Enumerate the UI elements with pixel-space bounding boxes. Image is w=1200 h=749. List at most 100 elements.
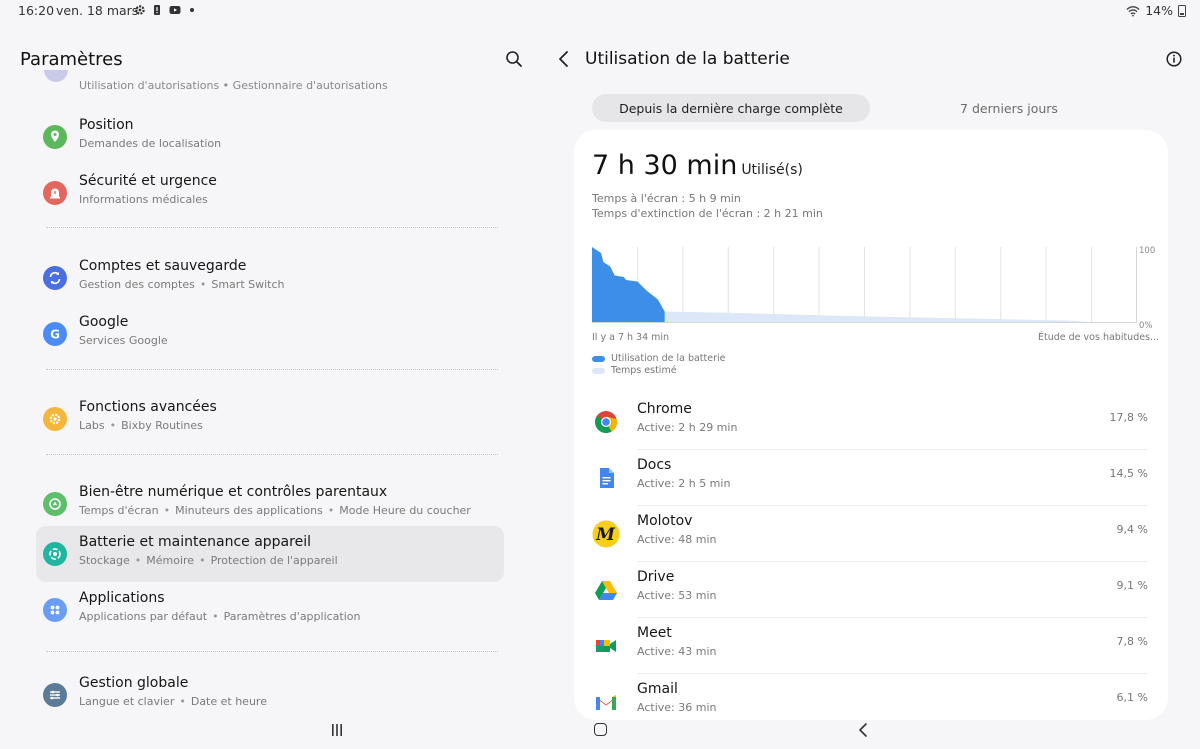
app-usage-row-gmail[interactable]: Gmail Active: 36 min 6,1 % — [592, 674, 1150, 720]
app-usage-percent: 7,8 % — [1116, 635, 1148, 648]
recent-apps-icon[interactable] — [330, 723, 344, 737]
app-active-time: Active: 2 h 29 min — [637, 421, 738, 434]
settings-item-securite-et-urgence[interactable]: Sécurité et urgence Informations médicale… — [36, 165, 504, 221]
legend-swatch-estimated — [592, 367, 605, 374]
settings-item-applications[interactable]: Applications Applications par défaut • Para… — [36, 582, 504, 638]
battery-chart[interactable] — [592, 245, 1137, 331]
chrome-icon — [592, 408, 620, 436]
settings-item-title: Applications — [79, 590, 165, 606]
app-usage-percent: 14,5 % — [1109, 467, 1148, 480]
google-icon: G — [43, 322, 67, 346]
subtitle-part: Demandes de localisation — [79, 137, 222, 150]
subtitle-part: Stockage — [79, 554, 130, 567]
app-usage-percent: 17,8 % — [1109, 411, 1148, 424]
subtitle-part: Temps d'écran — [79, 504, 159, 517]
settings-item-subtitle: Services Google — [79, 334, 168, 347]
settings-item-gestion-globale[interactable]: Gestion globale Langue et clavier • Date et… — [36, 667, 504, 712]
svg-text:M: M — [595, 525, 616, 545]
settings-item-subtitle: Demandes de localisation — [79, 137, 221, 150]
privacy-icon — [44, 70, 68, 82]
battery-usage-area — [592, 247, 665, 322]
app-usage-row-chrome[interactable]: Chrome Active: 2 h 29 min 17,8 % — [592, 394, 1150, 450]
app-usage-percent: 6,1 % — [1116, 691, 1148, 704]
privacy-item-subtitle[interactable]: Utilisation d'autorisations • Gestionnai… — [79, 79, 388, 92]
subtitle-separator: • — [109, 419, 117, 432]
group-divider — [46, 651, 498, 652]
app-active-time: Active: 53 min — [637, 589, 717, 602]
settings-item-title: Comptes et sauvegarde — [79, 258, 247, 274]
info-icon[interactable] — [1166, 51, 1182, 67]
app-name: Molotov — [637, 513, 693, 529]
device-care-icon — [43, 542, 67, 566]
legend-item-usage: Utilisation de la batterie — [592, 353, 726, 364]
svg-text:G: G — [50, 327, 60, 341]
settings-item-title: Sécurité et urgence — [79, 173, 217, 189]
app-usage-row-meet[interactable]: Meet Active: 43 min 7,8 % — [592, 618, 1150, 674]
tab-last-7-days[interactable]: 7 derniers jours — [870, 94, 1148, 122]
status-right: 14% — [1126, 3, 1186, 18]
search-icon[interactable] — [505, 50, 523, 68]
subtitle-part: Mémoire — [146, 554, 195, 567]
drive-icon — [592, 576, 620, 604]
settings-item-subtitle: Langue et clavier • Date et heure — [79, 695, 267, 708]
settings-title: Paramètres — [20, 49, 123, 70]
sync-icon — [43, 266, 67, 290]
usage-value: 7 h 30 min — [592, 150, 738, 181]
usage-unit: Utilisé(s) — [741, 162, 803, 178]
subtitle-part: Applications par défaut — [79, 610, 208, 623]
settings-item-batterie-et-maintenance-appareil[interactable]: Batterie et maintenance appareil Stockage… — [36, 526, 504, 582]
general-management-icon — [43, 683, 67, 707]
estimated-area — [664, 311, 1092, 322]
molotov-icon: M — [592, 520, 620, 548]
app-usage-row-docs[interactable]: Docs Active: 2 h 5 min 14,5 % — [592, 450, 1150, 506]
youtube-icon — [169, 6, 181, 14]
subtitle-part: Services Google — [79, 334, 168, 347]
app-active-time: Active: 36 min — [637, 701, 717, 714]
subtitle-part: Bixby Routines — [121, 419, 203, 432]
app-active-time: Active: 2 h 5 min — [637, 477, 731, 490]
settings-item-bien-etre-numerique-et-controles-parentaux[interactable]: Bien-être numérique et contrôles parenta… — [36, 476, 504, 532]
app-name: Gmail — [637, 681, 678, 697]
location-icon — [43, 125, 67, 149]
home-button-icon[interactable] — [594, 723, 607, 736]
settings-item-title: Position — [79, 117, 134, 133]
meet-icon — [592, 632, 620, 660]
nav-back-icon[interactable] — [857, 722, 869, 738]
subtitle-separator: • — [134, 554, 142, 567]
group-divider — [46, 454, 498, 455]
screen-on-time: Temps à l'écran : 5 h 9 min — [592, 192, 741, 205]
settings-item-position[interactable]: Position Demandes de localisation — [36, 109, 504, 165]
subtitle-part: Date et heure — [190, 695, 267, 708]
app-usage-row-molotov[interactable]: M Molotov Active: 48 min 9,4 % — [592, 506, 1150, 562]
back-arrow-icon[interactable] — [557, 50, 571, 68]
settings-item-comptes-et-sauvegarde[interactable]: Comptes et sauvegarde Gestion des comptes… — [36, 250, 504, 306]
app-usage-percent: 9,1 % — [1116, 579, 1148, 592]
settings-item-fonctions-avancees[interactable]: Fonctions avancées Labs • Bixby Routines — [36, 391, 504, 447]
settings-item-title: Bien-être numérique et contrôles parenta… — [79, 484, 388, 500]
subtitle-part: Protection de l'appareil — [210, 554, 338, 567]
battery-alert-icon — [154, 5, 160, 15]
subtitle-part: Mode Heure du coucher — [339, 504, 471, 517]
status-time: 16:20 — [18, 3, 55, 18]
settings-item-google[interactable]: G Google Services Google — [36, 306, 504, 362]
app-active-time: Active: 43 min — [637, 645, 717, 658]
subtitle-part: Minuteurs des applications — [175, 504, 323, 517]
app-usage-percent: 9,4 % — [1116, 523, 1148, 536]
group-divider — [46, 227, 498, 228]
battery-percent: 14% — [1145, 3, 1173, 18]
app-name: Drive — [637, 569, 675, 585]
more-notifications-dot — [190, 8, 194, 12]
subtitle-separator: • — [212, 610, 219, 623]
screen-off-time: Temps d'extinction de l'écran : 2 h 21 m… — [592, 207, 823, 220]
wellbeing-icon — [43, 492, 67, 516]
app-usage-row-drive[interactable]: Drive Active: 53 min 9,1 % — [592, 562, 1150, 618]
settings-item-subtitle: Stockage • Mémoire • Protection de l'apparei… — [79, 554, 338, 567]
app-name: Chrome — [637, 401, 692, 417]
settings-item-subtitle: Applications par défaut • Paramètres d'app… — [79, 610, 361, 623]
status-date: ven. 18 mars — [56, 3, 139, 18]
subtitle-part: Smart Switch — [211, 278, 285, 291]
gmail-icon — [592, 688, 620, 716]
legend-item-estimated: Temps estimé — [592, 365, 677, 376]
tab-since-last-charge[interactable]: Depuis la dernière charge complète — [592, 94, 870, 122]
group-divider — [46, 369, 498, 370]
